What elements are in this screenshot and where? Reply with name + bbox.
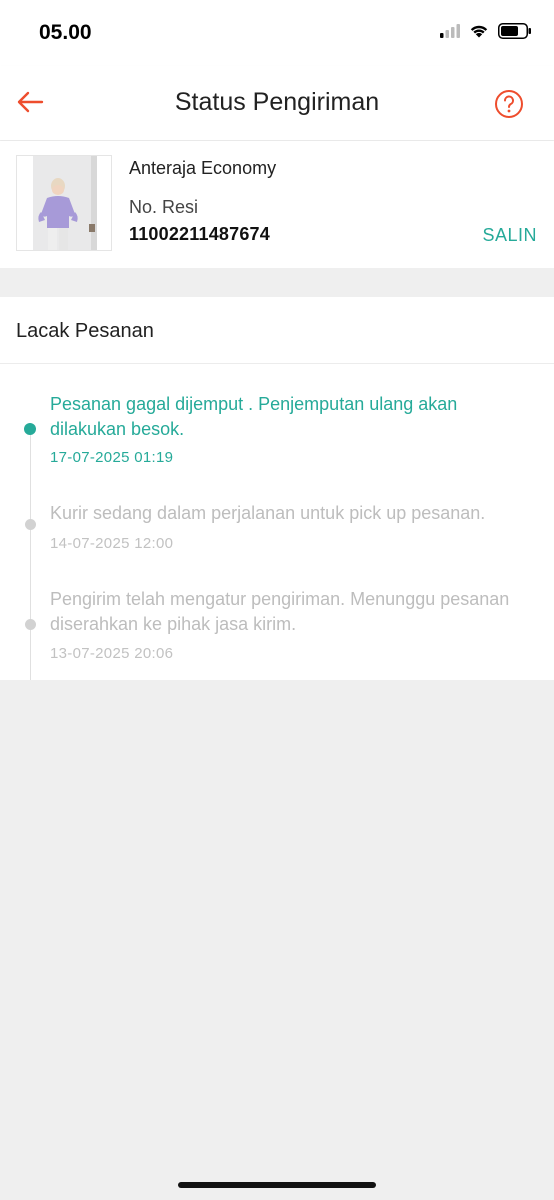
timeline-dot <box>25 519 36 530</box>
tracking-title: Lacak Pesanan <box>16 320 154 342</box>
home-indicator[interactable] <box>178 1182 376 1188</box>
event-timestamp: 14-07-2025 12:00 <box>50 535 174 552</box>
divider <box>0 363 554 364</box>
product-thumbnail <box>16 155 112 251</box>
timeline-dot-active <box>24 423 36 435</box>
status-bar: 05.00 <box>0 0 554 66</box>
wifi-icon <box>469 23 489 43</box>
event-description: Pengirim telah mengatur pengiriman. Menu… <box>50 589 510 634</box>
page-title: Status Pengiriman <box>174 88 380 116</box>
status-time: 05.00 <box>39 21 92 44</box>
event-description: Kurir sedang dalam perjalanan untuk pick… <box>50 503 486 523</box>
tracking-number: 11002211487674 <box>129 224 270 244</box>
status-icons <box>440 22 532 44</box>
battery-icon <box>498 22 532 44</box>
help-button[interactable] <box>494 89 524 119</box>
product-photo <box>17 156 111 250</box>
courier-name: Anteraja Economy <box>129 158 277 178</box>
tracking-card: Lacak Pesanan Pesanan gagal dijemput . P… <box>0 297 554 680</box>
event-timestamp: 17-07-2025 01:19 <box>50 449 174 466</box>
tracking-number-label: No. Resi <box>129 197 199 217</box>
timeline-line <box>30 430 31 680</box>
event-description: Pesanan gagal dijemput . Penjemputan ula… <box>50 394 458 439</box>
timeline-dot <box>25 619 36 630</box>
app-header: Status Pengiriman <box>0 66 554 140</box>
cellular-signal-icon <box>440 23 460 43</box>
shipment-card: Anteraja Economy No. Resi 11002211487674… <box>0 141 554 268</box>
copy-button[interactable]: SALIN <box>482 225 537 246</box>
question-circle-icon <box>494 90 524 123</box>
event-timestamp: 13-07-2025 20:06 <box>50 645 174 662</box>
